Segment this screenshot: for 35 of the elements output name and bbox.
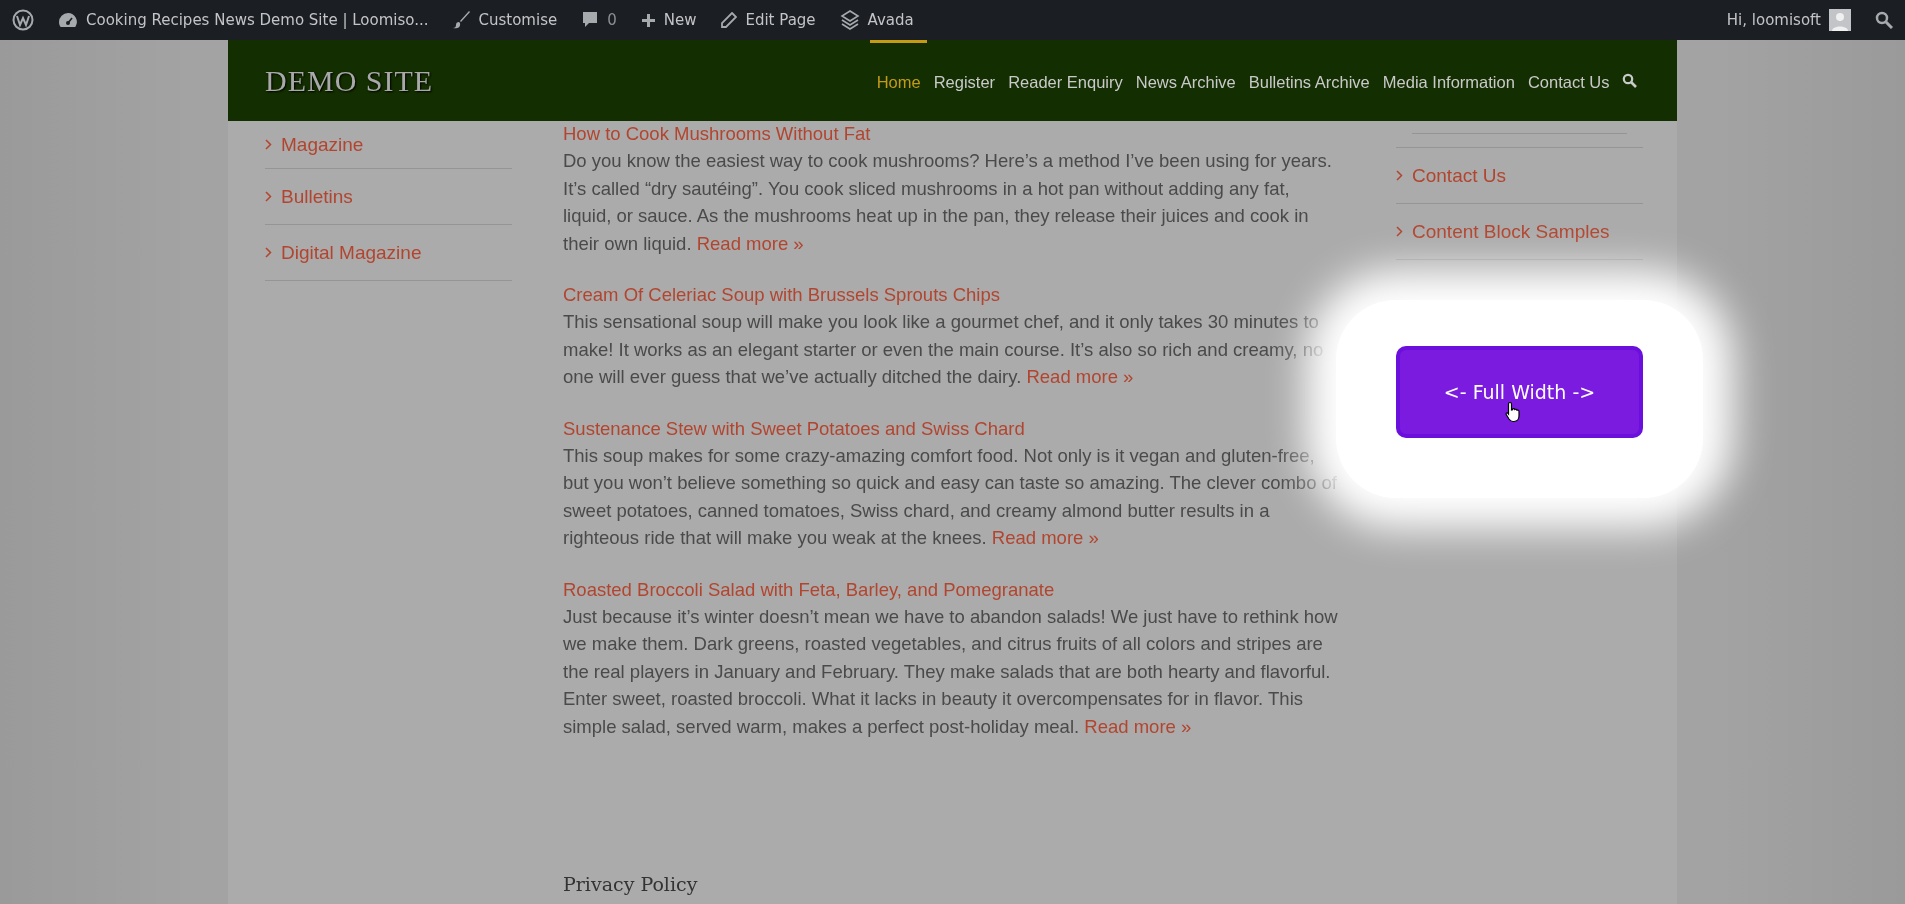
logo-icon[interactable] xyxy=(12,9,34,31)
search-icon[interactable] xyxy=(1622,73,1637,88)
nav-link[interactable]: Media Information xyxy=(1376,40,1522,121)
hand-cursor-icon xyxy=(1505,401,1521,423)
layers-icon xyxy=(839,10,860,30)
chevron-icon xyxy=(265,139,272,150)
nav-link[interactable]: Bulletins Archive xyxy=(1242,40,1377,121)
brush-icon xyxy=(452,11,471,29)
full-width-button[interactable]: <- Full Width -> xyxy=(1396,346,1643,438)
nav-link[interactable]: Register xyxy=(927,40,1002,121)
site-title-link[interactable]: Cooking Recipes News Demo Site | Loomiso... xyxy=(46,0,441,40)
chevron-icon xyxy=(1396,170,1403,181)
footer-heading: Privacy Policy xyxy=(563,873,698,895)
pencil-icon xyxy=(720,11,738,29)
nav-link[interactable]: Contact Us xyxy=(1521,40,1616,121)
chevron-icon xyxy=(265,247,272,258)
account-link[interactable]: Hi, loomisoft xyxy=(1714,0,1863,40)
chevron-icon xyxy=(1396,226,1403,237)
site-logo[interactable]: DEMO SITE xyxy=(265,63,434,98)
customise-link[interactable]: Customise xyxy=(440,0,570,40)
nav-link[interactable]: News Archive xyxy=(1129,40,1243,121)
plus-icon xyxy=(640,12,656,28)
chevron-icon xyxy=(265,191,272,202)
avatar-icon xyxy=(1829,9,1851,31)
post-excerpt: Do you know the easiest way to cook mushrooms? Here’s a method I’ve been using for years. It’s called “dry sautéing”. You cook sliced mushrooms in a hot pan without adding any fat, liquid, or sauce. As the mushrooms heat up in the pan, they release their juices and cook in their own liquid. Read more » xyxy=(563,149,1333,256)
search-icon[interactable] xyxy=(1875,11,1893,29)
comment-icon xyxy=(581,11,600,29)
comments-link[interactable]: 0 xyxy=(569,0,629,40)
nav-link[interactable]: Reader Enquiry xyxy=(1001,40,1130,121)
nav-link[interactable]: Home xyxy=(870,40,928,121)
new-link[interactable]: New xyxy=(628,0,709,40)
edit-page-link[interactable]: Edit Page xyxy=(708,0,828,40)
dashboard-icon xyxy=(58,12,78,28)
theme-link[interactable]: Avada xyxy=(827,0,926,40)
post-excerpt: Just because it’s winter doesn’t mean we have to abandon salads! We just have to rethink how we make them. Dark greens, roasted vegetables, and citrus fruits of all colors and stripes are the real players in January and February. They make salads that are both hearty and flavorful. Enter sweet, roasted broccoli. What it lacks in beauty it overcompensates for in flavor. This simple salad, served warm, makes a perfect post-holiday meal. Read more » xyxy=(563,604,1339,739)
